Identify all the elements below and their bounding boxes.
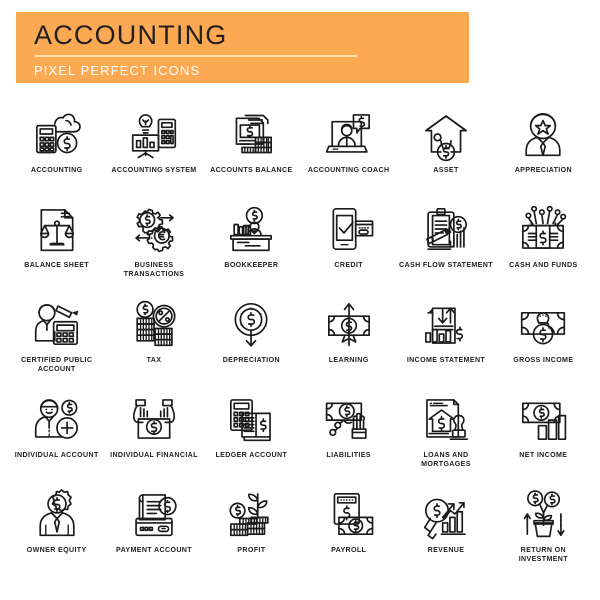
icon-label: CREDIT [334, 261, 363, 269]
house-money-bag-icon [415, 106, 477, 162]
icon-label: LIABILITIES [326, 451, 371, 459]
icon-cell-profit[interactable]: PROFIT [203, 484, 300, 579]
gears-dollar-euro-arrows-icon [123, 201, 185, 257]
clipboard-pencil-dollar-chart-icon [415, 201, 477, 257]
icon-label: INCOME STATEMENT [406, 356, 486, 364]
icon-cell-balance-sheet[interactable]: BALANCE SHEET [8, 199, 105, 294]
icon-label: BOOKKEEPER [224, 261, 279, 269]
icon-cell-accounting-coach[interactable]: ACCOUNTING COACH [300, 104, 397, 199]
hands-holding-dollar-box-icon [123, 391, 185, 447]
icon-grid: ACCOUNTING ACCOUNTING SYSTEM ACCOUNTS BA… [8, 104, 592, 579]
coin-stacks-percent-dollar-icon [123, 296, 185, 352]
accountant-pencil-calculator-icon [26, 296, 88, 352]
banknote-money-bag-icon [512, 296, 574, 352]
header-banner: ACCOUNTING PIXEL PERFECT ICONS [16, 12, 469, 83]
icon-label: DEPRECIATION [222, 356, 280, 364]
icon-label: ASSET [433, 166, 459, 174]
icon-cell-gross-income[interactable]: GROSS INCOME [495, 294, 592, 389]
icon-label: RETURN ON INVESTMENT [518, 546, 568, 563]
calculator-ledger-book-dollar-icon [220, 391, 282, 447]
icon-cell-return-on-investment[interactable]: RETURN ON INVESTMENT [495, 484, 592, 579]
icon-cell-accounting[interactable]: ACCOUNTING [8, 104, 105, 199]
mortgage-document-stamp-icon [415, 391, 477, 447]
icon-cell-depreciation[interactable]: DEPRECIATION [203, 294, 300, 389]
icon-cell-bookkeeper[interactable]: BOOKKEEPER [203, 199, 300, 294]
icon-label: ACCOUNTING COACH [307, 166, 390, 174]
icon-label: OWNER EQUITY [26, 546, 87, 554]
icon-cell-appreciation[interactable]: APPRECIATION [495, 104, 592, 199]
banknote-arrow-up-icon [318, 296, 380, 352]
icon-cell-credit[interactable]: CREDIT [300, 199, 397, 294]
icon-cell-cash-flow-statement[interactable]: CASH FLOW STATEMENT [397, 199, 494, 294]
document-scales-icon [26, 201, 88, 257]
icon-cell-asset[interactable]: ASSET [397, 104, 494, 199]
icon-cell-accounting-system[interactable]: ACCOUNTING SYSTEM [105, 104, 202, 199]
icon-cell-individual-account[interactable]: INDIVIDUAL ACCOUNT [8, 389, 105, 484]
potted-plant-dollar-coins-icon [512, 486, 574, 542]
icon-cell-payment-account[interactable]: PAYMENT ACCOUNT [105, 484, 202, 579]
banknote-bar-chart-icon [512, 391, 574, 447]
icon-label: ACCOUNTS BALANCE [210, 166, 293, 174]
icon-label: NET INCOME [519, 451, 568, 459]
icon-label: BUSINESS TRANSACTIONS [123, 261, 185, 278]
hand-chained-to-money-icon [318, 391, 380, 447]
desk-clerk-dollar-books-icon [220, 201, 282, 257]
magnifier-dollar-growth-chart-icon [415, 486, 477, 542]
icon-cell-tax[interactable]: TAX [105, 294, 202, 389]
icon-label: PAYMENT ACCOUNT [116, 546, 192, 554]
presentation-lightbulb-calculator-icon [123, 106, 185, 162]
icon-label: CASH AND FUNDS [509, 261, 578, 269]
icon-label: BALANCE SHEET [24, 261, 90, 269]
smartphone-check-credit-card-icon [318, 201, 380, 257]
icon-label: LEARNING [328, 356, 369, 364]
icon-label: GROSS INCOME [513, 356, 574, 364]
icon-label: ACCOUNTING SYSTEM [111, 166, 197, 174]
page-title: ACCOUNTING [34, 20, 228, 50]
receipt-credit-card-dollar-icon [123, 486, 185, 542]
icon-label: LEDGER ACCOUNT [215, 451, 288, 459]
icon-label: PAYROLL [331, 546, 367, 554]
icon-cell-liabilities[interactable]: LIABILITIES [300, 389, 397, 484]
icon-cell-learning[interactable]: LEARNING [300, 294, 397, 389]
icon-cell-net-income[interactable]: NET INCOME [495, 389, 592, 484]
icon-cell-individual-financial[interactable]: INDIVIDUAL FINANCIAL [105, 389, 202, 484]
icon-label: TAX [146, 356, 162, 364]
document-bar-chart-arrows-dollar-icon [415, 296, 477, 352]
icon-cell-owner-equity[interactable]: OWNER EQUITY [8, 484, 105, 579]
icon-label: CASH FLOW STATEMENT [399, 261, 493, 269]
payroll-machine-banknote-icon [318, 486, 380, 542]
page-subtitle: PIXEL PERFECT ICONS [34, 63, 201, 78]
icon-cell-income-statement[interactable]: INCOME STATEMENT [397, 294, 494, 389]
icon-cell-payroll[interactable]: PAYROLL [300, 484, 397, 579]
icon-cell-loans-and-mortgages[interactable]: LOANS AND MORTGAGES [397, 389, 494, 484]
calculator-cloud-coin-icon [26, 106, 88, 162]
person-dollar-plus-icon [26, 391, 88, 447]
icon-cell-cash-and-funds[interactable]: CASH AND FUNDS [495, 199, 592, 294]
icon-cell-ledger-account[interactable]: LEDGER ACCOUNT [203, 389, 300, 484]
coin-stacks-plant-icon [220, 486, 282, 542]
laptop-person-dollar-bubble-icon [318, 106, 380, 162]
icon-sheet: ACCOUNTING PIXEL PERFECT ICONS ACCOUNTIN… [0, 0, 600, 600]
icon-cell-certified-public-account[interactable]: CERTIFIED PUBLIC ACCOUNT [8, 294, 105, 389]
icon-label: LOANS AND MORTGAGES [421, 451, 471, 468]
title-divider [35, 55, 357, 57]
icon-label: ACCOUNTING [30, 166, 83, 174]
icon-label: CERTIFIED PUBLIC ACCOUNT [20, 356, 93, 373]
businessman-gear-dollar-head-icon [26, 486, 88, 542]
document-dollar-coin-stacks-icon [220, 106, 282, 162]
icon-label: REVENUE [427, 546, 465, 554]
icon-cell-accounts-balance[interactable]: ACCOUNTS BALANCE [203, 104, 300, 199]
icon-label: APPRECIATION [514, 166, 572, 174]
businessman-star-icon [512, 106, 574, 162]
icon-cell-revenue[interactable]: REVENUE [397, 484, 494, 579]
dollar-coin-down-arrow-icon [220, 296, 282, 352]
icon-cell-business-transactions[interactable]: BUSINESS TRANSACTIONS [105, 199, 202, 294]
icon-label: INDIVIDUAL ACCOUNT [14, 451, 99, 459]
banknote-sparkles-icon [512, 201, 574, 257]
icon-label: INDIVIDUAL FINANCIAL [110, 451, 198, 459]
icon-label: PROFIT [237, 546, 266, 554]
